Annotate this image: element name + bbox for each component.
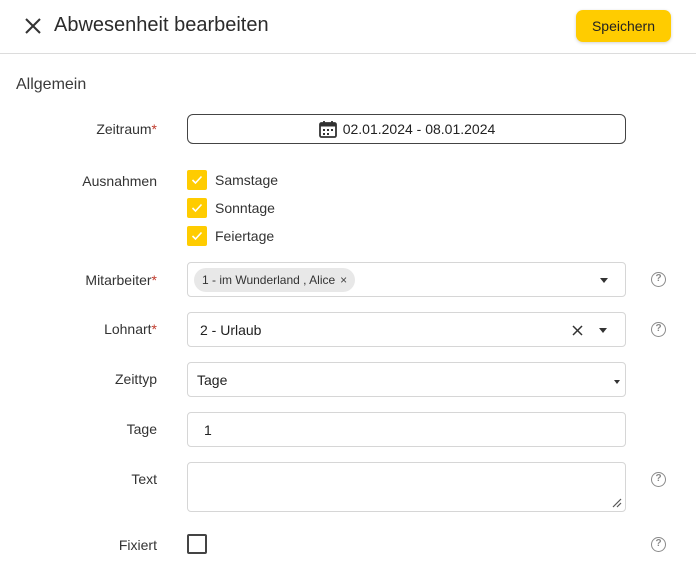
fixed-checkbox[interactable] [187,534,207,554]
chip-remove-icon[interactable]: × [340,273,347,287]
checkbox-label: Samstage [215,172,279,188]
checkbox-sonntage[interactable]: Sonntage [187,198,275,218]
chevron-down-icon[interactable] [614,380,620,384]
calendar-icon [318,121,337,138]
checkbox-checked[interactable] [187,198,207,218]
fixiert-label: Fixiert [118,537,157,553]
check-icon [191,203,203,213]
checkbox-label: Feiertage [215,228,275,244]
save-button[interactable]: Speichern [576,10,671,42]
text-textarea[interactable] [187,462,626,512]
help-icon[interactable]: ? [651,272,666,287]
tage-label: Tage [126,421,157,437]
chevron-down-icon[interactable] [599,328,607,333]
checkbox-label: Sonntage [215,200,275,216]
chevron-down-icon[interactable] [600,278,608,283]
employee-chip: 1 - im Wunderland , Alice × [194,268,356,292]
section-title: Allgemein [16,76,87,93]
time-type-value: Tage [197,372,228,388]
checkbox-feiertage[interactable]: Feiertage [187,226,274,246]
lohnart-label: Lohnart* [104,321,157,337]
date-range-value: 02.01.2024 - 08.01.2024 [342,121,496,137]
wage-type-value: 2 - Urlaub [200,322,262,338]
zeitraum-label: Zeitraum* [96,121,157,137]
days-input[interactable]: 1 [187,412,626,447]
check-icon [191,231,203,241]
text-label: Text [131,471,157,487]
ausnahmen-label: Ausnahmen [82,173,157,189]
mitarbeiter-label: Mitarbeiter* [85,272,157,288]
employee-select[interactable]: 1 - im Wunderland , Alice × [187,262,626,297]
resize-handle-icon[interactable] [611,497,622,508]
checkbox-samstage[interactable]: Samstage [187,170,278,190]
time-type-select[interactable]: Tage [187,362,626,397]
days-value: 1 [204,422,212,438]
zeittyp-label: Zeittyp [114,371,157,387]
dialog-header: Abwesenheit bearbeiten Speichern [0,0,696,54]
page-title: Abwesenheit bearbeiten [54,14,269,36]
help-icon[interactable]: ? [651,322,666,337]
help-icon[interactable]: ? [651,472,666,487]
checkbox-checked[interactable] [187,226,207,246]
check-icon [191,175,203,185]
clear-icon[interactable] [572,325,583,336]
chip-label: 1 - im Wunderland , Alice [202,273,336,287]
help-icon[interactable]: ? [651,537,666,552]
checkbox-checked[interactable] [187,170,207,190]
wage-type-select[interactable]: 2 - Urlaub [187,312,626,347]
close-icon[interactable] [22,15,44,37]
date-range-picker[interactable]: 02.01.2024 - 08.01.2024 [187,114,626,144]
